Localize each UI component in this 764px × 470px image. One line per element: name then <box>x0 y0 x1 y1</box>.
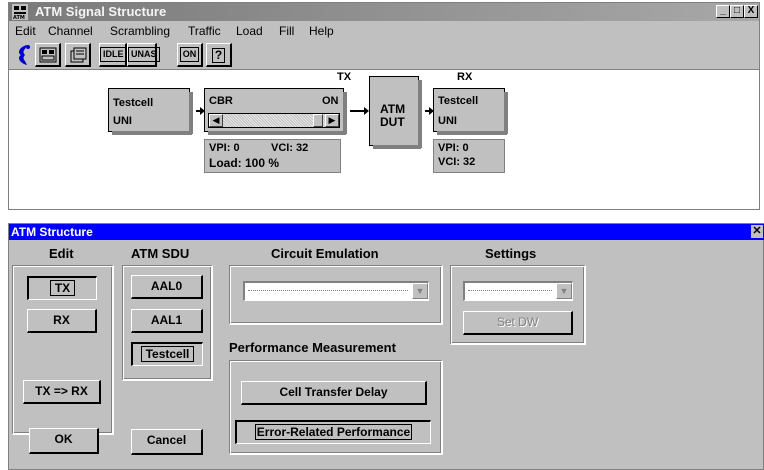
combo-placeholder <box>468 290 552 291</box>
menu-edit[interactable]: Edit <box>15 24 36 38</box>
app-icon: ATM <box>12 4 28 20</box>
toolbar: IDLE UNAS ON ? <box>9 41 759 68</box>
tx-source-subtitle: UNI <box>113 115 132 127</box>
tx-load: Load: 100 % <box>209 156 280 170</box>
cell-header-icon <box>70 47 86 63</box>
circuit-heading: Circuit Emulation <box>271 246 379 261</box>
load-scrollbar[interactable]: ◀ ▶ <box>208 113 340 128</box>
tx-info-panel: VPI: 0 VCI: 32 Load: 100 % <box>204 139 341 173</box>
pointer-icon[interactable] <box>13 43 33 67</box>
menu-fill[interactable]: Fill <box>279 24 294 38</box>
menu-help[interactable]: Help <box>309 24 334 38</box>
settings-select[interactable]: ▼ <box>463 281 573 301</box>
rx-sink-subtitle: UNI <box>438 115 457 127</box>
scroll-right-icon[interactable]: ▶ <box>325 114 339 127</box>
rx-vpi: VPI: 0 <box>438 142 469 154</box>
close-button[interactable]: X <box>744 5 758 18</box>
rx-sink-title: Testcell <box>438 95 479 107</box>
menu-scrambling[interactable]: Scrambling <box>110 24 170 38</box>
scroll-left-icon[interactable]: ◀ <box>209 114 223 127</box>
dut-line2: DUT <box>380 115 405 129</box>
edit-heading: Edit <box>49 246 74 261</box>
aal0-button[interactable]: AAL0 <box>131 275 203 299</box>
arrow-icon <box>350 107 369 115</box>
atm-structure-dialog: ATM Structure ✕ Edit TX RX TX => RX ATM … <box>8 223 764 470</box>
maximize-button[interactable]: □ <box>730 5 744 18</box>
tx-traffic-block[interactable]: CBR ON ◀ ▶ <box>204 88 347 135</box>
title-bar[interactable]: ATM ATM Signal Structure _ □ X <box>9 3 759 21</box>
cancel-button[interactable]: Cancel <box>131 429 203 455</box>
window-title: ATM Signal Structure <box>35 4 167 19</box>
tx-vpi: VPI: 0 <box>209 142 240 154</box>
scroll-thumb[interactable] <box>313 114 323 127</box>
dialog-title-bar[interactable]: ATM Structure ✕ <box>9 224 764 240</box>
on-button[interactable]: ON <box>177 43 203 67</box>
idle-button[interactable]: IDLE <box>99 43 127 67</box>
rx-button[interactable]: RX <box>27 309 97 333</box>
dut-line1: ATM <box>380 102 406 116</box>
menu-channel[interactable]: Channel <box>48 24 93 38</box>
atm-dut-block[interactable]: ATM DUT <box>369 76 422 149</box>
dialog-close-button[interactable]: ✕ <box>751 225 763 238</box>
circuit-emulation-select[interactable]: ▼ <box>243 281 429 301</box>
cell-transfer-delay-button[interactable]: Cell Transfer Delay <box>241 381 427 405</box>
tx-label: TX <box>337 71 352 83</box>
rx-label: RX <box>457 71 473 83</box>
cell-structure-icon <box>39 47 56 63</box>
svg-text:ATM: ATM <box>13 15 25 20</box>
cell-header-button[interactable] <box>65 43 91 67</box>
minimize-button[interactable]: _ <box>716 5 730 18</box>
help-button[interactable]: ? <box>206 43 232 67</box>
sdu-heading: ATM SDU <box>131 246 190 261</box>
arrow-icon <box>196 107 205 115</box>
performance-heading: Performance Measurement <box>229 340 396 355</box>
settings-heading: Settings <box>485 246 537 261</box>
chevron-down-icon[interactable]: ▼ <box>412 283 428 299</box>
ok-button[interactable]: OK <box>29 428 99 454</box>
rx-sink-block[interactable]: Testcell UNI <box>433 88 508 135</box>
traffic-type: CBR <box>209 95 233 107</box>
unas-button[interactable]: UNAS <box>127 43 160 67</box>
atm-signal-structure-window: ATM ATM Signal Structure _ □ X Edit Chan… <box>8 2 760 210</box>
testcell-button[interactable]: Testcell <box>131 342 203 366</box>
tx-source-title: Testcell <box>113 97 154 109</box>
traffic-state: ON <box>322 95 339 107</box>
chevron-down-icon[interactable]: ▼ <box>556 283 572 299</box>
combo-placeholder <box>248 290 408 291</box>
tx-button[interactable]: TX <box>27 276 97 300</box>
menu-traffic[interactable]: Traffic <box>188 24 221 38</box>
tx-source-block[interactable]: Testcell UNI <box>108 88 193 135</box>
rx-vci: VCI: 32 <box>438 156 476 168</box>
menu-load[interactable]: Load <box>236 24 263 38</box>
aal1-button[interactable]: AAL1 <box>131 309 203 333</box>
menu-bar: Edit Channel Scrambling Traffic Load Fil… <box>9 22 759 40</box>
rx-info-panel: VPI: 0 VCI: 32 <box>433 139 505 173</box>
dialog-title: ATM Structure <box>11 225 93 239</box>
arrow-icon <box>425 107 434 115</box>
cell-structure-button[interactable] <box>35 43 61 67</box>
signal-diagram: TX RX Testcell UNI CBR ON ◀ ▶ VPI: 0 VCI… <box>9 69 759 209</box>
tx-vci: VCI: 32 <box>271 142 309 154</box>
copy-tx-to-rx-button[interactable]: TX => RX <box>23 380 101 404</box>
error-related-performance-button[interactable]: Error-Related Performance <box>235 420 431 444</box>
set-dw-button[interactable]: Set DW <box>463 311 573 335</box>
